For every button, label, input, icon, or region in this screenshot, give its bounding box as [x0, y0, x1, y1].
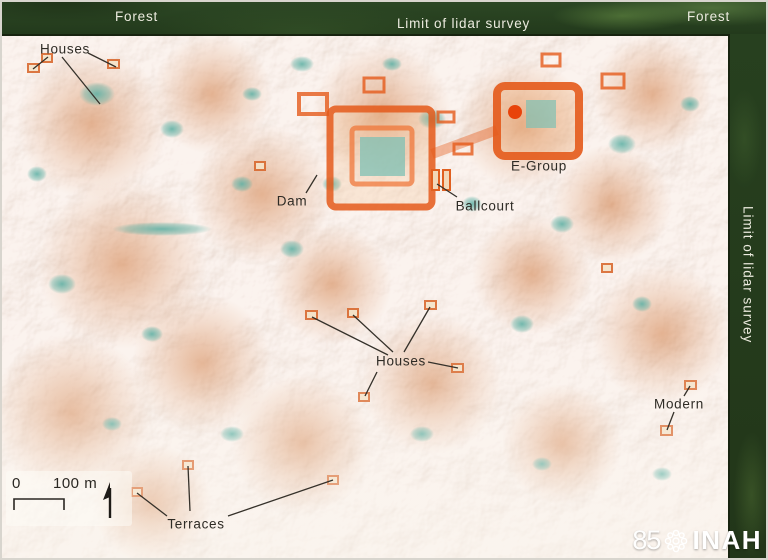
- forest-band-right: Limit of lidar survey: [728, 34, 766, 558]
- forest-label-right: Forest: [687, 9, 730, 24]
- forest-band-top: Forest Limit of lidar survey Forest: [2, 2, 766, 36]
- inah-label: INAH: [692, 525, 762, 556]
- forest-label-left: Forest: [115, 9, 158, 24]
- anniversary-85-label: 85: [632, 525, 660, 556]
- inah-logo: 85 INAH: [632, 525, 762, 556]
- north-arrow-icon: [98, 476, 118, 520]
- lidar-limit-label-top: Limit of lidar survey: [397, 16, 530, 31]
- inah-emblem-icon: [663, 528, 689, 554]
- lidar-survey-figure: Forest Limit of lidar survey Forest Limi…: [0, 0, 768, 560]
- lidar-limit-label-right: Limit of lidar survey: [741, 206, 756, 343]
- scale-bar: 0 100 m: [6, 471, 132, 526]
